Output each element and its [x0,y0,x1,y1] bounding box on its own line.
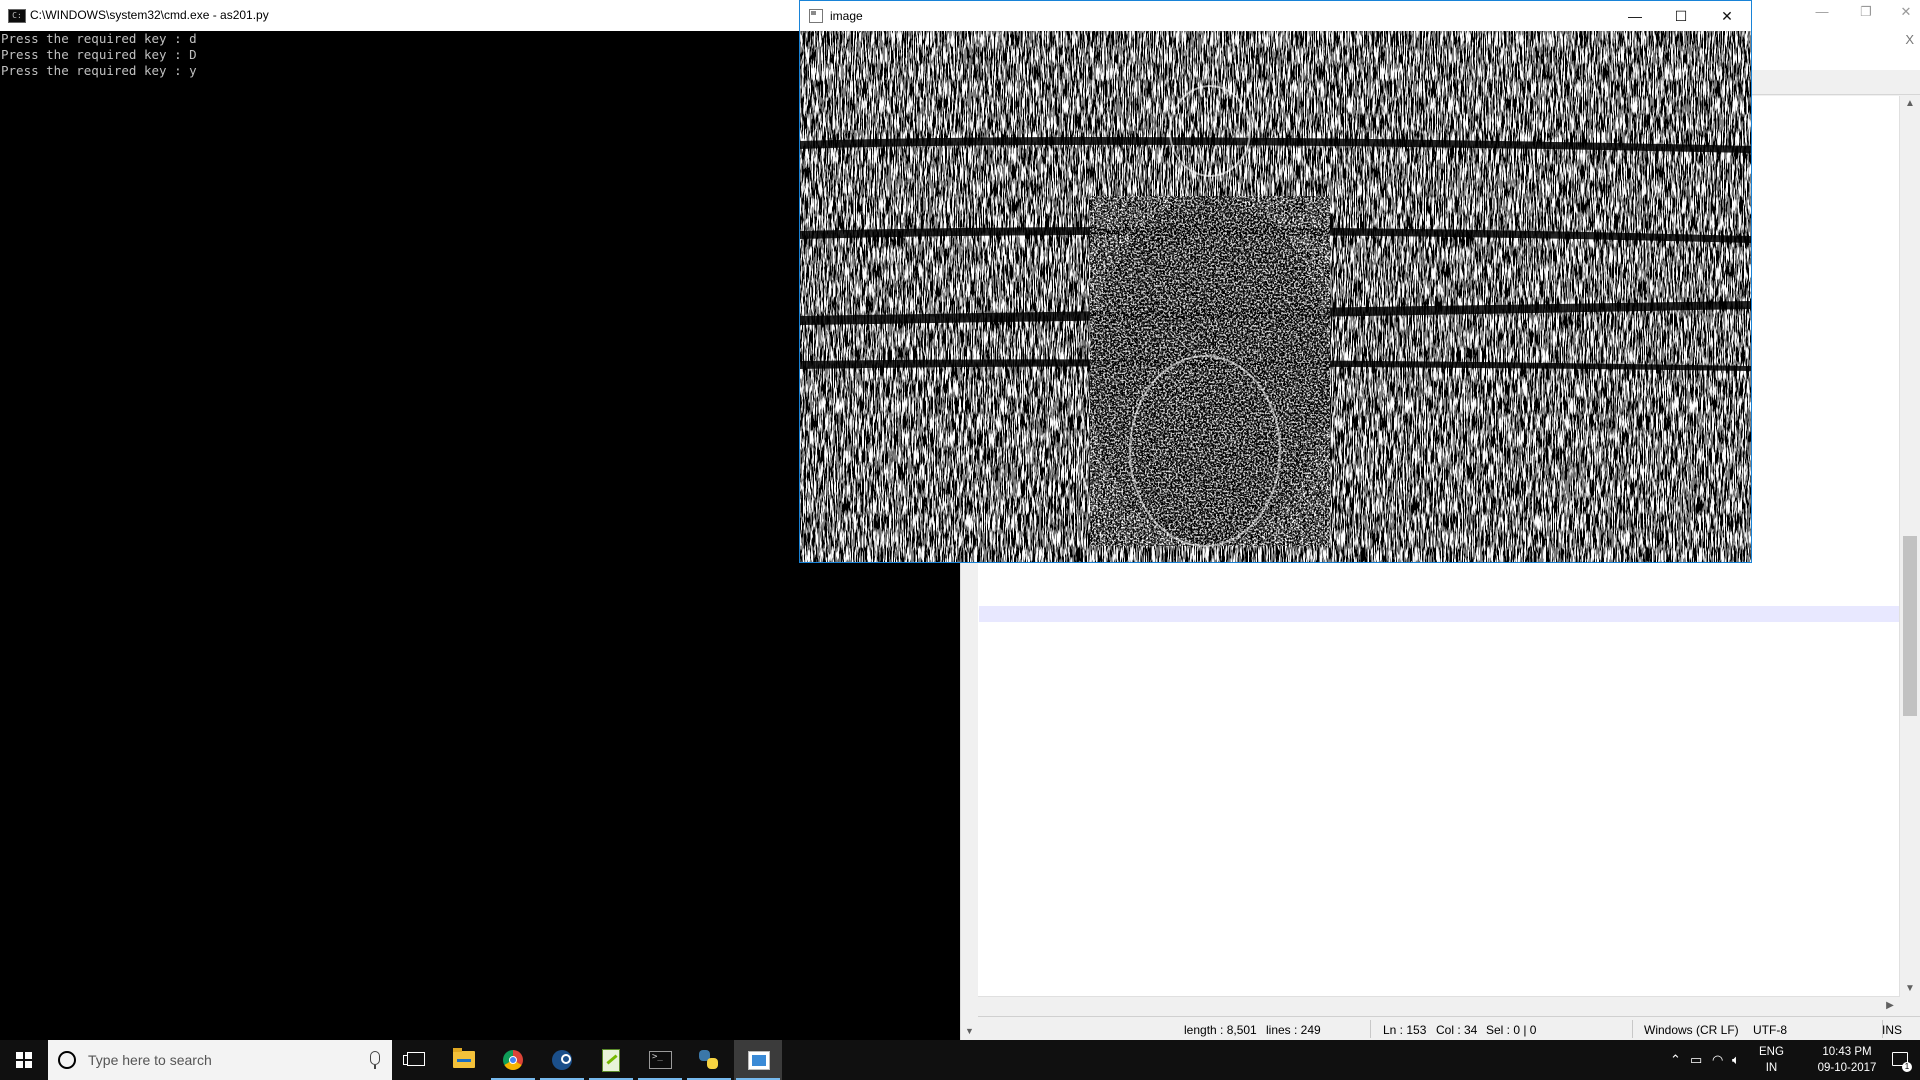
notepad-close-button[interactable]: ✕ [1886,4,1920,24]
task-view-icon [403,1052,425,1066]
notepad-plus-plus-icon [602,1049,620,1072]
taskbar-task-view[interactable] [392,1040,440,1080]
windows-logo-icon [16,1052,32,1068]
taskbar-search-box[interactable]: Type here to search [48,1040,392,1080]
image-window-title: image [830,9,863,23]
image-window-icon [809,9,823,23]
start-button[interactable] [0,1040,48,1080]
maximize-button[interactable]: ☐ [1658,1,1704,31]
system-tray: ⌃ ▭ ◠ 🔈︎ ENG IN 10:43 PM 09-10-2017 1 [1660,1040,1920,1080]
taskbar-file-explorer[interactable] [440,1040,488,1080]
region-code: IN [1765,1062,1778,1074]
notepad-minimize-button[interactable]: — [1802,4,1842,24]
language-indicator[interactable]: ENG IN [1759,1044,1784,1076]
taskbar: Type here to search ⌃ ▭ ◠ 🔈︎ [0,1040,1920,1080]
taskbar-image-window[interactable] [734,1040,782,1080]
chevron-up-icon[interactable]: ⌃ [1670,1052,1681,1068]
notepad-status-bar: length : 8,501 lines : 249 Ln : 153 Col … [960,1016,1920,1041]
taskbar-python[interactable] [685,1040,733,1080]
clock-date: 09-10-2017 [1817,1062,1877,1074]
status-sel: Sel : 0 | 0 [1486,1023,1537,1037]
image-window[interactable]: image — ☐ ✕ [799,0,1752,563]
status-encoding: UTF-8 [1753,1023,1787,1037]
cortana-icon [58,1051,76,1069]
taskbar-steam[interactable] [538,1040,586,1080]
clock[interactable]: 10:43 PM 09-10-2017 [1812,1044,1882,1076]
battery-icon[interactable]: ▭ [1690,1052,1702,1068]
steam-icon [552,1050,572,1070]
scrollbar-thumb[interactable] [1903,536,1917,716]
search-placeholder: Type here to search [88,1052,212,1068]
python-icon [699,1050,719,1070]
scroll-down-arrow-icon[interactable]: ▼ [1900,983,1920,994]
clock-time: 10:43 PM [1822,1046,1872,1058]
chrome-icon [503,1050,523,1070]
image-window-taskbar-icon [748,1051,770,1070]
wifi-icon[interactable]: ◠ [1712,1052,1723,1068]
volume-icon[interactable]: 🔈︎ [1732,1052,1740,1068]
image-window-titlebar[interactable]: image — ☐ ✕ [800,1,1751,31]
status-divider [1632,1020,1633,1038]
status-eol: Windows (CR LF) [1644,1023,1739,1037]
notepad-document-close-button[interactable]: X [1905,32,1914,47]
file-explorer-icon [453,1048,475,1068]
status-insert-mode: INS [1882,1023,1903,1037]
current-line-highlight [979,606,1901,622]
status-ln: Ln : 153 [1383,1023,1427,1037]
notepad-horizontal-scrollbar[interactable]: ▶ [978,996,1900,1015]
status-length: length : 8,501 [1184,1023,1257,1037]
taskbar-notepad-plus-plus[interactable] [587,1040,635,1080]
status-divider [1370,1020,1371,1038]
cmd-window-title: C:\WINDOWS\system32\cmd.exe - as201.py [30,8,269,22]
notepad-vertical-scrollbar[interactable]: ▲ ▼ [1899,96,1920,996]
notification-count-badge: 1 [1902,1062,1912,1072]
taskbar-chrome[interactable] [489,1040,537,1080]
language-code: ENG [1759,1046,1784,1058]
command-prompt-icon [649,1051,672,1069]
thresholded-image [800,31,1751,562]
close-button[interactable]: ✕ [1704,1,1750,31]
notepad-restore-button[interactable]: ❐ [1846,4,1886,24]
status-lines: lines : 249 [1266,1023,1321,1037]
status-col: Col : 34 [1436,1023,1478,1037]
minimize-button[interactable]: — [1612,1,1658,31]
scroll-right-arrow-icon[interactable]: ▶ [1880,1000,1900,1011]
cmd-icon: C: [8,9,26,23]
taskbar-command-prompt[interactable] [636,1040,684,1080]
microphone-icon[interactable] [370,1051,380,1069]
scroll-up-arrow-icon[interactable]: ▲ [1900,98,1920,109]
scroll-down-arrow-icon[interactable]: ▼ [961,1023,978,1040]
